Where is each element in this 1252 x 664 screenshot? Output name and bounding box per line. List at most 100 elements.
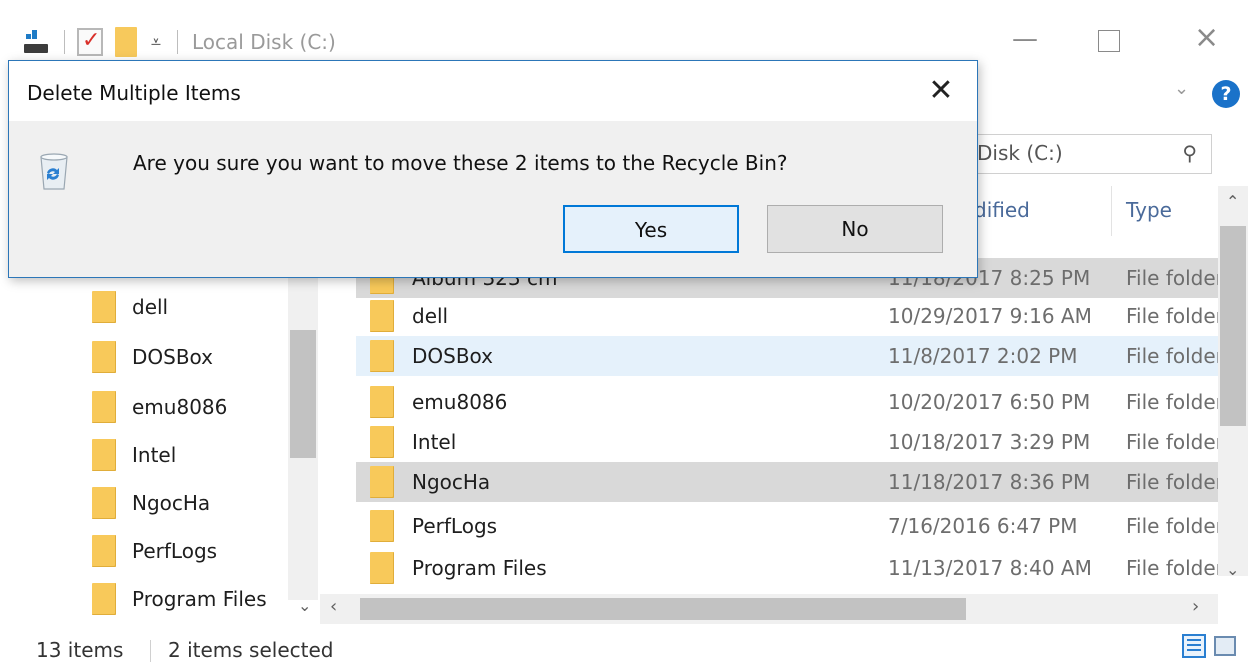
- nav-item-label: NgocHa: [132, 491, 211, 515]
- navigation-pane: dell DOSBox emu8086 Intel NgocHa PerfLog…: [0, 270, 320, 630]
- scroll-right-icon[interactable]: ›: [1192, 596, 1199, 617]
- window-title: Local Disk (C:): [192, 30, 336, 54]
- dialog-title: Delete Multiple Items: [27, 81, 241, 105]
- file-name: Intel: [412, 430, 457, 454]
- folder-icon: [92, 291, 116, 323]
- table-row[interactable]: Intel 10/18/2017 3:29 PM File folder: [356, 422, 1220, 462]
- no-button[interactable]: No: [767, 205, 943, 253]
- toolbar-separator: [177, 30, 178, 54]
- nav-item-dosbox[interactable]: DOSBox: [92, 334, 213, 380]
- folder-icon: [370, 300, 394, 332]
- help-icon[interactable]: ?: [1212, 80, 1240, 108]
- file-type: File folder: [1126, 470, 1220, 494]
- file-date: 7/16/2016 6:47 PM: [888, 514, 1078, 538]
- nav-item-dell[interactable]: dell: [92, 284, 168, 330]
- nav-scrollbar-thumb[interactable]: [290, 330, 316, 458]
- scroll-left-icon[interactable]: ‹: [330, 596, 337, 617]
- folder-icon: [370, 552, 394, 584]
- table-row[interactable]: dell 10/29/2017 9:16 AM File folder: [356, 296, 1220, 336]
- horizontal-scrollbar-thumb[interactable]: [360, 598, 966, 620]
- file-type: File folder: [1126, 344, 1220, 368]
- status-divider: [150, 640, 151, 662]
- file-name: Program Files: [412, 556, 547, 580]
- file-type: File folder: [1126, 556, 1220, 580]
- file-name: dell: [412, 304, 449, 328]
- file-type: File folder: [1126, 430, 1220, 454]
- nav-item-label: dell: [132, 295, 169, 319]
- address-text: Disk (C:): [977, 141, 1063, 165]
- file-type: File folder: [1126, 304, 1220, 328]
- nav-item-program-files[interactable]: Program Files: [92, 576, 267, 622]
- folder-icon: [92, 341, 116, 373]
- file-date: 11/13/2017 8:40 AM: [888, 556, 1092, 580]
- file-list: Album 323 cm 11/18/2017 8:25 PM File fol…: [340, 236, 1220, 594]
- status-bar: 13 items 2 items selected: [0, 630, 1252, 664]
- folder-icon: [370, 466, 394, 498]
- properties-icon[interactable]: [22, 30, 52, 54]
- scroll-up-icon[interactable]: ⌃: [1226, 192, 1239, 211]
- nav-item-label: PerfLogs: [132, 539, 218, 563]
- vertical-scrollbar-thumb[interactable]: [1220, 226, 1246, 426]
- table-row[interactable]: emu8086 10/20/2017 6:50 PM File folder: [356, 382, 1220, 422]
- nav-item-intel[interactable]: Intel: [92, 432, 176, 478]
- folder-icon: [92, 391, 116, 423]
- close-window-button[interactable]: ×: [1194, 20, 1219, 55]
- search-icon[interactable]: ⚲: [1182, 141, 1197, 165]
- column-header-date-modified[interactable]: dified: [974, 198, 1030, 222]
- large-icons-view-icon[interactable]: [1214, 636, 1236, 656]
- folder-icon: [370, 426, 394, 458]
- recycle-bin-icon: [40, 153, 68, 190]
- details-view-icon[interactable]: [1182, 634, 1206, 658]
- file-name: PerfLogs: [412, 514, 498, 538]
- new-folder-icon[interactable]: [115, 27, 137, 57]
- checkbox-icon[interactable]: [77, 28, 103, 56]
- delete-dialog: Delete Multiple Items ✕ Are you sure you…: [8, 60, 978, 278]
- file-type: File folder: [1126, 514, 1220, 538]
- folder-icon: [370, 510, 394, 542]
- selection-count: 2 items selected: [168, 638, 334, 662]
- quick-access-toolbar: ⩡ Local Disk (C:): [22, 26, 336, 58]
- folder-icon: [92, 487, 116, 519]
- column-header-type[interactable]: Type: [1126, 198, 1172, 222]
- toolbar-separator: [64, 30, 65, 54]
- scroll-down-icon[interactable]: ⌄: [1226, 560, 1239, 579]
- folder-icon: [370, 340, 394, 372]
- nav-item-label: emu8086: [132, 395, 228, 419]
- file-name: DOSBox: [412, 344, 494, 368]
- minimize-button[interactable]: —: [1012, 24, 1038, 54]
- table-row[interactable]: Program Files 11/13/2017 8:40 AM File fo…: [356, 548, 1220, 588]
- dialog-message: Are you sure you want to move these 2 it…: [133, 151, 788, 175]
- nav-item-emu8086[interactable]: emu8086: [92, 384, 227, 430]
- nav-item-ngocha[interactable]: NgocHa: [92, 480, 210, 526]
- yes-button[interactable]: Yes: [563, 205, 739, 253]
- item-count: 13 items: [36, 638, 124, 662]
- file-name: NgocHa: [412, 470, 491, 494]
- nav-item-label: DOSBox: [132, 345, 214, 369]
- file-date: 10/20/2017 6:50 PM: [888, 390, 1091, 414]
- folder-icon: [92, 439, 116, 471]
- nav-item-label: Intel: [132, 443, 177, 467]
- expand-ribbon-icon[interactable]: ⌄: [1174, 78, 1189, 99]
- file-type: File folder: [1126, 390, 1220, 414]
- file-date: 11/18/2017 8:36 PM: [888, 470, 1091, 494]
- maximize-button[interactable]: [1098, 30, 1120, 52]
- table-row[interactable]: NgocHa 11/18/2017 8:36 PM File folder: [356, 462, 1220, 502]
- file-date: 11/8/2017 2:02 PM: [888, 344, 1078, 368]
- chevron-down-icon[interactable]: ⌄: [298, 596, 311, 615]
- table-row[interactable]: PerfLogs 7/16/2016 6:47 PM File folder: [356, 506, 1220, 546]
- column-divider[interactable]: [1111, 186, 1112, 236]
- dialog-close-button[interactable]: ✕: [919, 69, 963, 113]
- file-date: 10/29/2017 9:16 AM: [888, 304, 1092, 328]
- dialog-titlebar: Delete Multiple Items ✕: [9, 61, 977, 121]
- nav-item-perflogs[interactable]: PerfLogs: [92, 528, 217, 574]
- file-name: emu8086: [412, 390, 508, 414]
- file-date: 10/18/2017 3:29 PM: [888, 430, 1091, 454]
- file-type: File folder: [1126, 266, 1220, 290]
- nav-item-label: Program Files: [132, 587, 267, 611]
- search-box[interactable]: Disk (C:) ⚲: [940, 134, 1212, 174]
- customize-toolbar-icon[interactable]: ⩡: [147, 32, 165, 53]
- folder-icon: [92, 535, 116, 567]
- folder-icon: [370, 386, 394, 418]
- table-row[interactable]: DOSBox 11/8/2017 2:02 PM File folder: [356, 336, 1220, 376]
- dialog-body: Are you sure you want to move these 2 it…: [9, 121, 977, 277]
